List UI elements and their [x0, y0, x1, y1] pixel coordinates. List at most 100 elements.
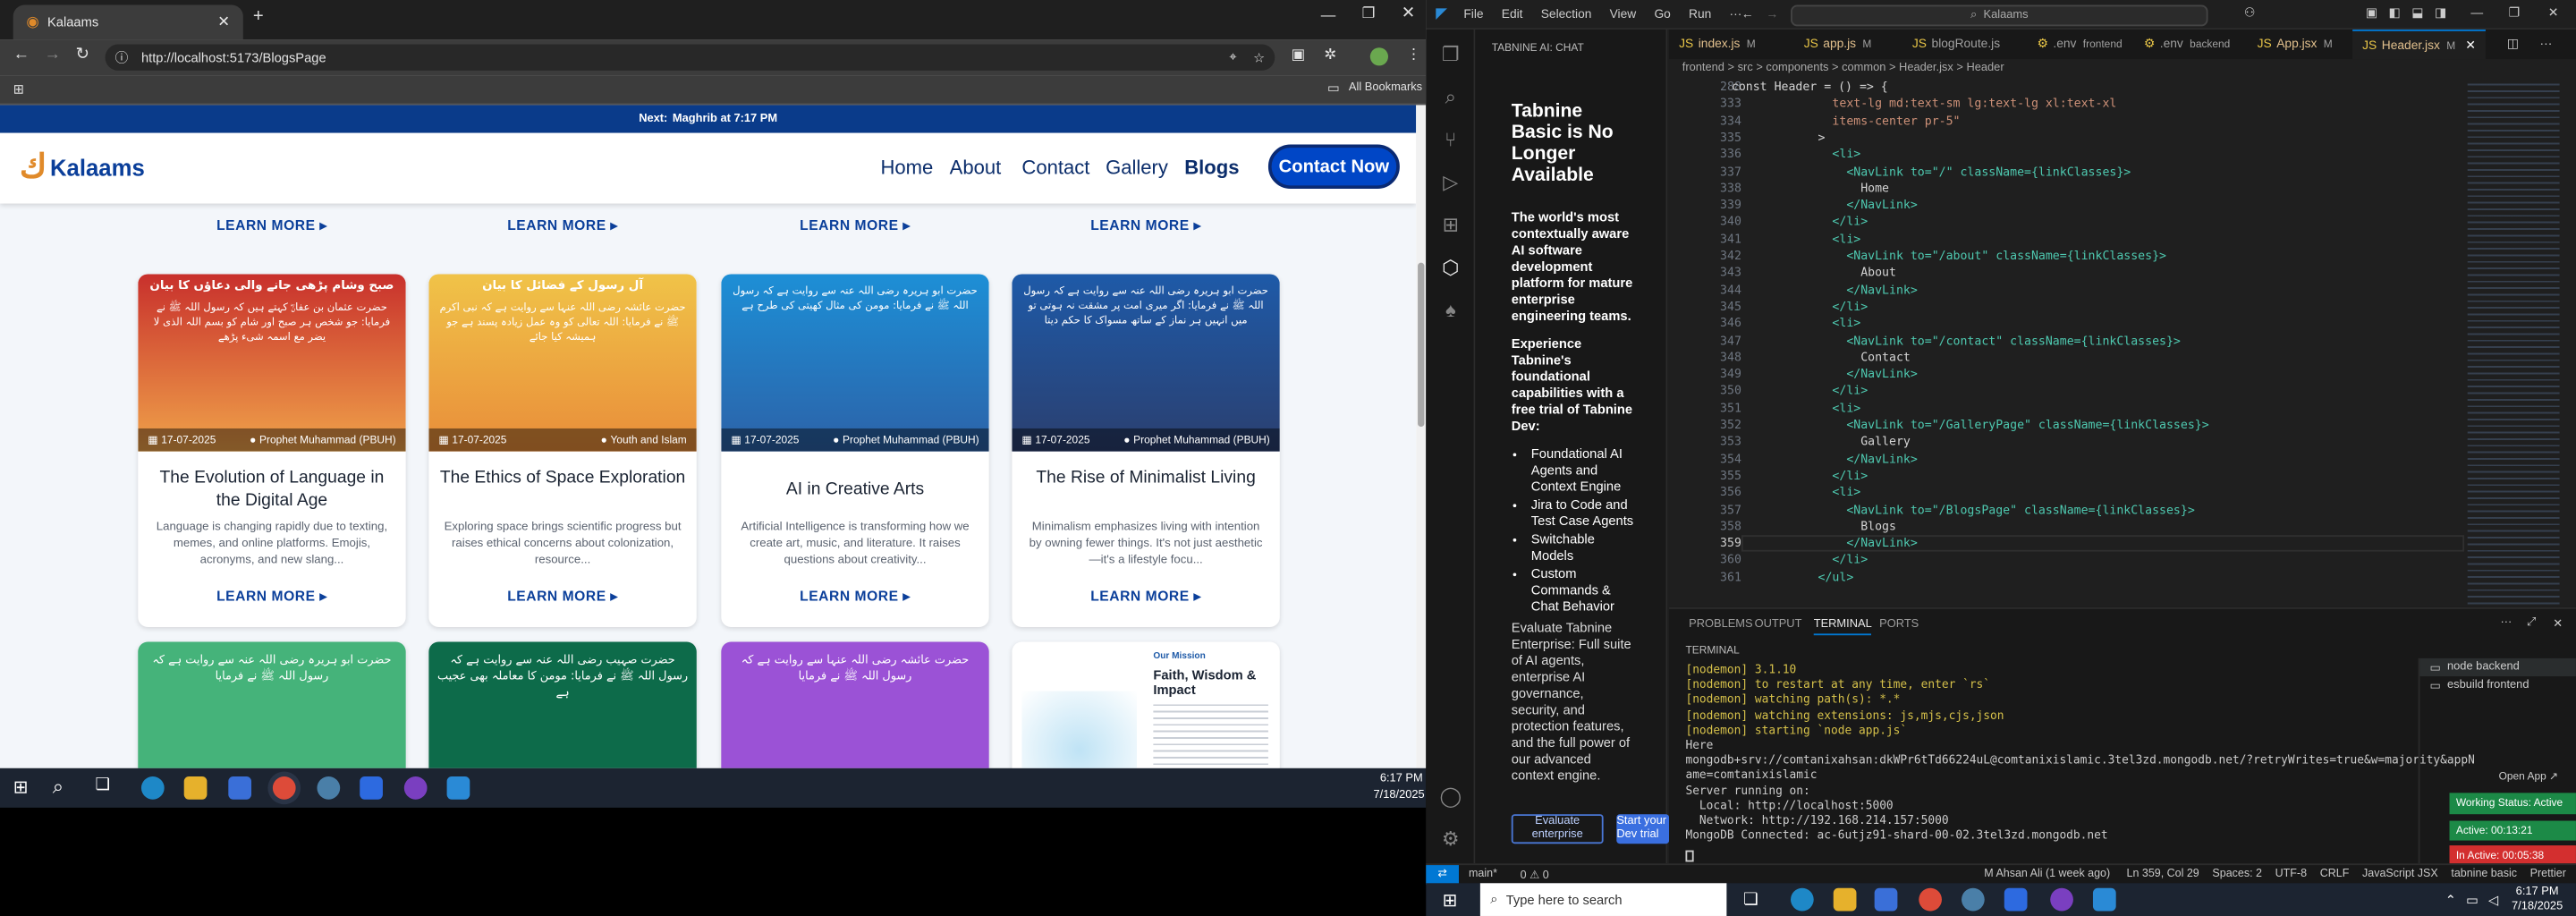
- menu-item[interactable]: View: [1610, 6, 1637, 21]
- terminal-item[interactable]: ▭ node backend: [2419, 657, 2576, 677]
- windows-start-icon[interactable]: ⊞: [1443, 889, 1458, 911]
- task-view-icon[interactable]: ❏: [1743, 891, 1758, 909]
- vscode-icon[interactable]: [446, 776, 470, 800]
- blog-card[interactable]: حضرت عائشہ رضی اللہ عنہا سے روایت ہے کہ …: [721, 641, 989, 768]
- store-icon[interactable]: [228, 776, 252, 800]
- card-title[interactable]: The Ethics of Space Exploration: [438, 466, 686, 489]
- vscode-icon[interactable]: [2092, 887, 2116, 912]
- nav-contact[interactable]: Contact: [1021, 156, 1089, 179]
- close-window-icon[interactable]: ✕: [2548, 5, 2559, 21]
- toggle-sidebar-icon[interactable]: ◧: [2389, 5, 2401, 21]
- location-icon[interactable]: ⌖: [1229, 49, 1236, 65]
- menu-item[interactable]: Edit: [1502, 6, 1523, 21]
- learn-more-link[interactable]: LEARN MORE ▸: [138, 588, 405, 606]
- store-icon[interactable]: [1874, 887, 1898, 912]
- system-tray-icon[interactable]: ⌃: [2445, 892, 2456, 907]
- copilot-icon[interactable]: ⚇: [2244, 5, 2255, 21]
- edge-icon[interactable]: [140, 776, 165, 800]
- editor-tab[interactable]: JS Header.jsx M ✕: [2352, 30, 2486, 60]
- editor-tab[interactable]: JS blogRoute.js: [1902, 30, 2017, 59]
- eol-status[interactable]: CRLF: [2320, 869, 2350, 880]
- panel-tab[interactable]: OUTPUT: [1755, 619, 1802, 631]
- mongodb-leaf-icon[interactable]: ♠: [1439, 299, 1462, 322]
- nav-about[interactable]: About: [950, 156, 1002, 179]
- menu-item[interactable]: ···: [1730, 6, 1742, 21]
- maximize-icon[interactable]: ❐: [1362, 5, 1376, 23]
- browser-tab[interactable]: ◉ Kalaams ✕: [13, 4, 243, 40]
- app2-icon[interactable]: [403, 776, 428, 800]
- bookmark-star-icon[interactable]: ☆: [1253, 50, 1265, 65]
- search-icon[interactable]: ⌕: [53, 775, 64, 800]
- zoom-icon[interactable]: [360, 776, 383, 800]
- source-control-icon[interactable]: ⑂: [1439, 128, 1462, 151]
- open-app-link[interactable]: Open App ↗: [2499, 770, 2558, 783]
- editor-tab[interactable]: JS App.jsx M: [2248, 30, 2343, 59]
- network-icon[interactable]: ▭: [2466, 892, 2479, 907]
- panel-tab[interactable]: PROBLEMS: [1689, 619, 1752, 631]
- chrome-icon[interactable]: [1919, 887, 1942, 912]
- taskbar-search[interactable]: ⌕ Type here to search: [1480, 883, 1727, 916]
- terminal-item[interactable]: ▭ esbuild frontend: [2419, 676, 2575, 694]
- menu-item[interactable]: File: [1463, 6, 1483, 21]
- forward-icon[interactable]: →: [45, 46, 61, 64]
- nav-blogs[interactable]: Blogs: [1184, 156, 1239, 179]
- file-explorer-icon[interactable]: [1833, 887, 1857, 912]
- language-status[interactable]: JavaScript JSX: [2362, 869, 2438, 880]
- tabnine-status[interactable]: tabnine basic: [2451, 869, 2517, 880]
- evaluate-enterprise-button[interactable]: Evaluate enterprise: [1511, 814, 1604, 844]
- more-actions-icon[interactable]: ···: [2540, 36, 2553, 51]
- blog-card[interactable]: صبح وشام پڑھی جانے والی دعاؤں کا بیان حضر…: [138, 274, 406, 628]
- menu-item[interactable]: Go: [1654, 6, 1670, 21]
- minimize-icon[interactable]: —: [2470, 5, 2483, 21]
- close-panel-icon[interactable]: ✕: [2553, 617, 2563, 631]
- indent-status[interactable]: Spaces: 2: [2212, 869, 2262, 880]
- encoding-status[interactable]: UTF-8: [2275, 869, 2307, 880]
- app-icon[interactable]: [1962, 887, 1985, 912]
- run-debug-icon[interactable]: ▷: [1439, 171, 1462, 194]
- terminal-output[interactable]: [nodemon] 3.1.10 [nodemon] to restart at …: [1685, 663, 2474, 844]
- reload-icon[interactable]: ↻: [75, 46, 89, 64]
- search-icon[interactable]: ⌕: [1439, 85, 1462, 108]
- toggle-panel-icon[interactable]: ⬓: [2411, 5, 2423, 21]
- card-title[interactable]: The Rise of Minimalist Living: [1021, 466, 1269, 489]
- tabnine-icon[interactable]: ⬡: [1439, 256, 1462, 279]
- zoom-icon[interactable]: [2004, 887, 2028, 912]
- nav-home[interactable]: Home: [880, 156, 933, 179]
- toggle-secondary-icon[interactable]: ◨: [2435, 5, 2446, 21]
- menu-kebab-icon[interactable]: ⋮: [1406, 46, 1421, 64]
- editor-tab[interactable]: ⚙ .env backend: [2134, 30, 2240, 59]
- code-area[interactable]: 288 const Header = () => {333 text-lg md:…: [1669, 79, 2576, 607]
- learn-more-link[interactable]: LEARN MORE ▸: [721, 216, 988, 234]
- chrome-icon[interactable]: [272, 776, 296, 800]
- learn-more-link[interactable]: LEARN MORE ▸: [428, 588, 696, 606]
- address-bar[interactable]: ⓘ http://localhost:5173/BlogsPage ⌖ ☆: [105, 44, 1275, 71]
- editor-tab[interactable]: JS index.js M: [1669, 30, 1766, 59]
- blog-card[interactable]: حضرت صہیب رضی اللہ عنہ سے روایت ہے کہ رس…: [428, 641, 697, 768]
- maximize-icon[interactable]: ❐: [2509, 5, 2520, 21]
- blog-card[interactable]: حضرت ابو ہریرہ رضی اللہ عنہ سے روایت ہے …: [721, 274, 989, 628]
- start-trial-button[interactable]: Start your Dev trial: [1616, 814, 1670, 844]
- split-editor-icon[interactable]: ◫: [2507, 36, 2519, 51]
- panel-more-icon[interactable]: ···: [2500, 617, 2512, 629]
- clock[interactable]: 6:17 PM 7/18/2025: [2512, 885, 2563, 914]
- extensions-icon[interactable]: ⊞: [1439, 214, 1462, 237]
- minimize-icon[interactable]: —: [1321, 6, 1336, 22]
- layout-icon[interactable]: ▣: [2366, 5, 2377, 21]
- branch-status[interactable]: main*: [1469, 869, 1497, 880]
- settings-gear-icon[interactable]: ⚙: [1439, 827, 1462, 851]
- minimap[interactable]: [2467, 79, 2560, 607]
- learn-more-link[interactable]: LEARN MORE ▸: [1012, 588, 1279, 606]
- new-tab-icon[interactable]: +: [253, 6, 264, 26]
- learn-more-link[interactable]: LEARN MORE ▸: [721, 588, 988, 606]
- breadcrumb[interactable]: frontend > src > components > common > H…: [1682, 63, 2004, 74]
- learn-more-link[interactable]: LEARN MORE ▸: [138, 216, 405, 234]
- editor-tab[interactable]: JS app.js M: [1794, 30, 1882, 59]
- extension-icon[interactable]: ▣: [1292, 46, 1306, 64]
- remote-icon[interactable]: ⇄: [1426, 864, 1459, 885]
- card-title[interactable]: AI in Creative Arts: [731, 478, 979, 501]
- prettier-status[interactable]: Prettier: [2530, 869, 2566, 880]
- close-tab-icon[interactable]: ✕: [217, 13, 230, 31]
- blog-card[interactable]: Our Mission Faith, Wisdom & Impact: [1012, 641, 1280, 768]
- close-window-icon[interactable]: ✕: [1402, 5, 1415, 23]
- editor-tab[interactable]: ⚙ .env frontend: [2027, 30, 2131, 59]
